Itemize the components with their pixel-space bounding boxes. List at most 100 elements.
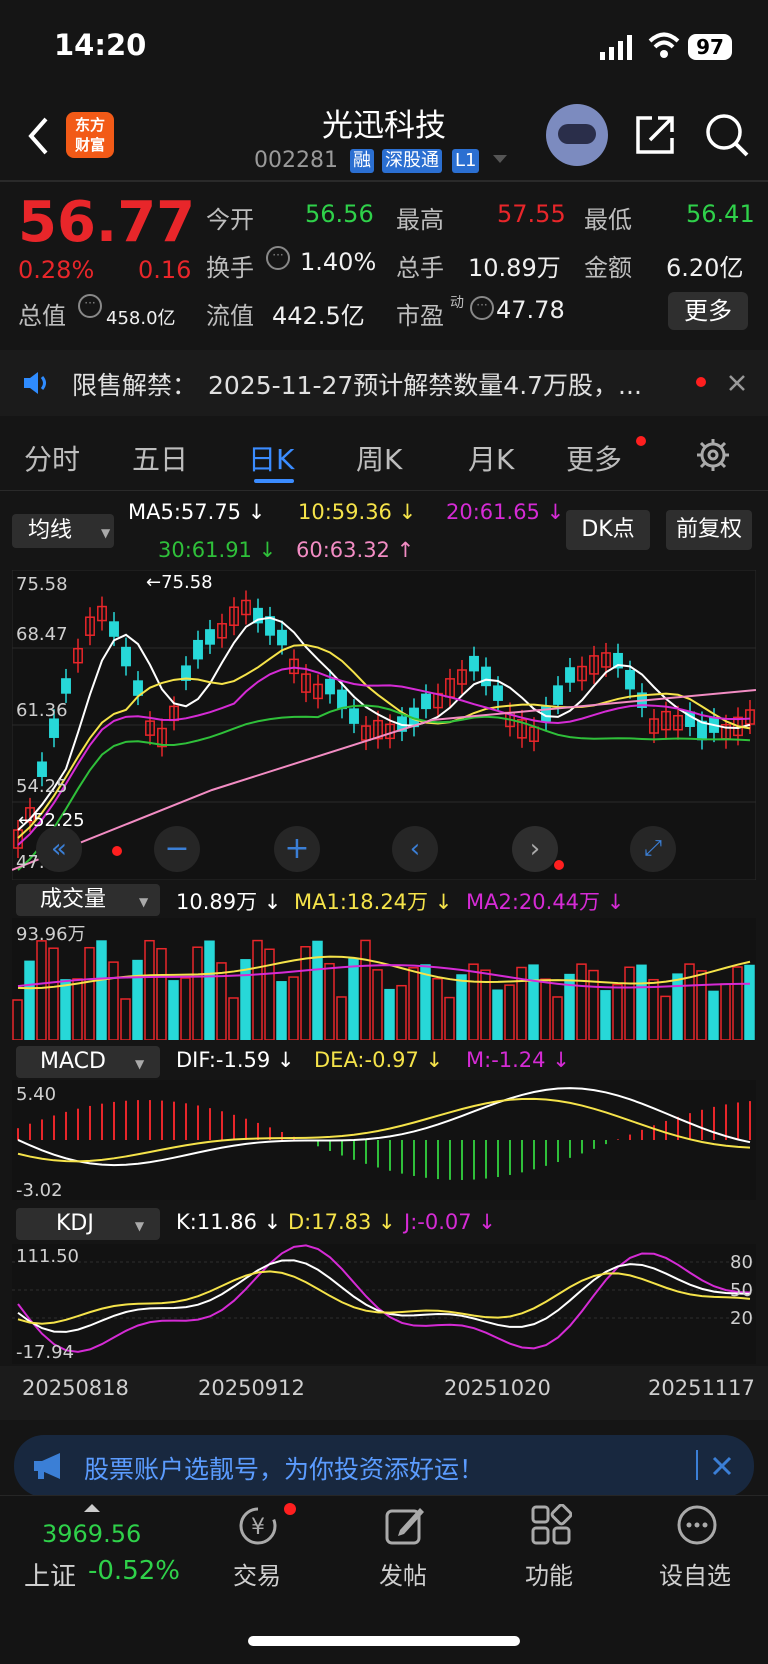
- candlestick: [421, 693, 431, 710]
- macd-max-label: 5.40: [16, 1084, 57, 1105]
- amount-value: 6.20亿: [666, 254, 744, 282]
- volume-bar: [348, 958, 359, 1040]
- date-label: 20250818: [22, 1376, 129, 1400]
- tab-more[interactable]: 更多: [566, 438, 622, 478]
- volume-bar: [24, 960, 35, 1040]
- j-value: J:-0.07 ↓: [404, 1210, 496, 1234]
- volume-bar: [204, 940, 215, 1040]
- kdj-select-label: KDJ: [56, 1211, 94, 1236]
- volume-bar: [636, 964, 647, 1040]
- volume-bar: [168, 980, 179, 1040]
- chevron-down-icon: ▼: [101, 526, 111, 540]
- scroll-left-button[interactable]: ‹: [392, 826, 438, 872]
- float-label: 流值: [206, 302, 254, 330]
- index-value[interactable]: 3969.56: [42, 1520, 141, 1548]
- volume-bar: [420, 964, 431, 1040]
- kdj-chart[interactable]: [12, 1244, 756, 1364]
- nav-features[interactable]: 功能: [494, 1556, 604, 1591]
- tab-weekly-k[interactable]: 周K: [356, 438, 402, 478]
- kdj-select[interactable]: KDJ ▼: [16, 1208, 160, 1240]
- index-name[interactable]: 上证: [24, 1556, 76, 1593]
- notice-label: 限售解禁：: [72, 371, 198, 400]
- trade-icon[interactable]: ¥: [236, 1504, 280, 1548]
- macd-min-label: -3.02: [16, 1180, 63, 1201]
- volume-bar: [528, 964, 539, 1040]
- search-icon[interactable]: [704, 112, 750, 158]
- compose-icon[interactable]: [384, 1504, 426, 1546]
- info-icon[interactable]: ···: [78, 294, 102, 318]
- more-button[interactable]: 更多: [668, 292, 748, 330]
- current-price: 56.77: [18, 190, 196, 255]
- chevron-down-icon: ▼: [139, 895, 149, 909]
- zoom-out-button[interactable]: −: [154, 826, 200, 872]
- ma10-value: 10:59.36 ↓: [298, 500, 417, 524]
- volume-bar: [132, 959, 143, 1040]
- more-icon[interactable]: [676, 1504, 718, 1546]
- home-indicator: [248, 1636, 520, 1646]
- info-icon[interactable]: ···: [470, 296, 494, 320]
- svg-text:¥: ¥: [251, 1515, 265, 1540]
- chevron-down-icon[interactable]: [493, 155, 507, 165]
- connect-tag: 深股通: [382, 149, 442, 173]
- volume-bar: [492, 989, 503, 1040]
- stock-code: 002281: [254, 148, 338, 173]
- candlestick: [697, 720, 707, 741]
- info-icon[interactable]: ···: [266, 246, 290, 270]
- apps-icon[interactable]: [530, 1504, 572, 1546]
- ma5-value: MA5:57.75 ↓: [128, 500, 266, 524]
- candlestick: [49, 718, 59, 738]
- nav-post[interactable]: 发帖: [348, 1556, 458, 1591]
- unread-dot: [554, 860, 564, 870]
- adjust-button[interactable]: 前复权: [666, 510, 752, 550]
- d-value: D:17.83 ↓: [288, 1210, 396, 1234]
- share-icon[interactable]: [632, 112, 678, 158]
- nav-trade[interactable]: 交易: [202, 1556, 312, 1591]
- fullscreen-icon[interactable]: ⤢: [630, 826, 676, 872]
- promo-text: 股票账户选靓号，为你投资添好运！: [84, 1455, 485, 1484]
- volume-select-label: 成交量: [40, 887, 107, 912]
- speaker-icon: [24, 372, 46, 394]
- dk-point-button[interactable]: DK点: [566, 510, 650, 550]
- index-change[interactable]: -0.52%: [88, 1556, 180, 1586]
- close-icon[interactable]: [728, 374, 746, 392]
- turnover-value: 1.40%: [300, 248, 377, 276]
- macd-select-label: MACD: [40, 1049, 106, 1074]
- scroll-left-fast-button[interactable]: «: [36, 826, 82, 872]
- volume-bar: [456, 974, 467, 1040]
- dif-value: DIF:-1.59 ↓: [176, 1048, 295, 1072]
- volume-label: 总手: [396, 254, 444, 282]
- volume-bar: [240, 959, 251, 1040]
- zoom-in-button[interactable]: +: [274, 826, 320, 872]
- mktcap-value: 458.0亿: [106, 308, 176, 329]
- ma60-value: 60:63.32 ↑: [296, 538, 415, 562]
- candlestick: [565, 667, 575, 683]
- ma20-value: 20:61.65 ↓: [446, 500, 565, 524]
- chevron-down-icon: ▼: [134, 1219, 145, 1233]
- macd-select[interactable]: MACD ▼: [16, 1046, 160, 1078]
- settings-icon[interactable]: [696, 438, 730, 472]
- float-value: 442.5亿: [272, 302, 365, 330]
- robot-avatar-icon[interactable]: [546, 104, 608, 166]
- divider: [0, 490, 768, 491]
- scroll-right-button[interactable]: ›: [512, 826, 558, 872]
- kdj-level-50: 50: [730, 1280, 753, 1301]
- volume-select[interactable]: 成交量 ▼: [16, 884, 160, 916]
- tab-intraday[interactable]: 分时: [24, 438, 80, 478]
- volume-chart[interactable]: [12, 918, 756, 1040]
- macd-chart[interactable]: [12, 1080, 756, 1200]
- volume-ma2: MA2:20.44万 ↓: [466, 890, 625, 914]
- k-value: K:11.86 ↓: [176, 1210, 282, 1234]
- ma-select[interactable]: 均线 ▼: [12, 514, 114, 548]
- candlestick: [493, 685, 503, 701]
- battery-icon: 97: [688, 34, 732, 60]
- volume-value: 10.89万: [468, 254, 561, 282]
- tab-monthly-k[interactable]: 月K: [468, 438, 514, 478]
- y-label: 68.47: [16, 624, 68, 645]
- tab-five-day[interactable]: 五日: [132, 438, 188, 478]
- tab-daily-k[interactable]: 日K: [248, 438, 294, 478]
- volume-bar: [708, 990, 719, 1040]
- nav-watchlist[interactable]: 设自选: [640, 1556, 750, 1591]
- candlestick: [121, 646, 131, 667]
- amount-label: 金额: [584, 254, 632, 282]
- close-icon[interactable]: [712, 1456, 732, 1476]
